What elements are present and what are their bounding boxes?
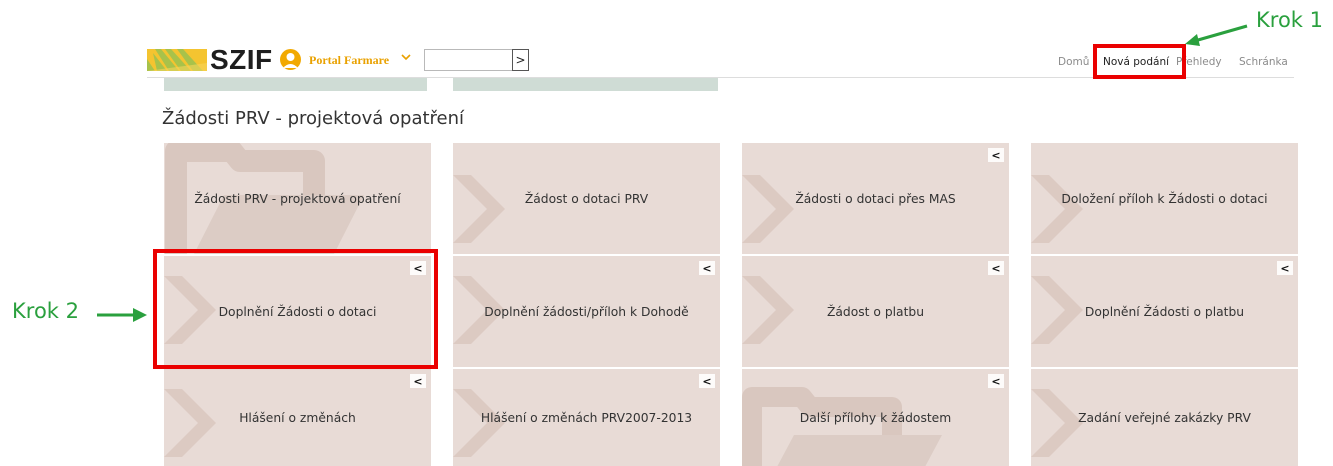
tile-label: Další přílohy k žádostem [799,410,952,425]
tile-label: Zadání veřejné zakázky PRV [1078,410,1251,425]
tile-zadost-o-platbu[interactable]: Žádost o platbu < [742,256,1009,367]
portal-farmare-label[interactable]: Portal Farmare [309,53,389,68]
collapse-button[interactable]: < [988,261,1004,275]
tile-label: Doplnění Žádosti o platbu [1084,304,1245,319]
search-input[interactable] [424,49,513,71]
tile-zadosti-o-dotaci-pres-mas[interactable]: Žádosti o dotaci přes MAS < [742,143,1009,254]
tile-label: Žádosti PRV - projektová opatření [194,191,401,206]
nav-item-schranka[interactable]: Schránka [1239,56,1288,68]
tile-label: Hlášení o změnách [239,410,356,425]
page-title: Žádosti PRV - projektová opatření [162,108,465,129]
chevron-down-icon[interactable] [400,51,412,63]
tile-doplneni-zadosti-priloh-k-dohode[interactable]: Doplnění žádosti/příloh k Dohodě < [453,256,720,367]
collapse-button[interactable]: < [699,261,715,275]
arrow-step1-icon [1185,24,1248,46]
collapse-button[interactable]: < [988,374,1004,388]
step1-annotation: Krok 1 [1256,8,1323,32]
step2-annotation: Krok 2 [12,299,79,323]
tile-zadost-o-dotaci-prv[interactable]: Žádost o dotaci PRV [453,143,720,254]
tile-label: Žádost o platbu [826,304,925,319]
user-icon[interactable] [280,49,301,70]
highlight-step2-box [153,249,438,369]
tile-hlaseni-o-zmenach[interactable]: Hlášení o změnách < [164,369,431,466]
tile-zadani-verejne-zakazky-prv[interactable]: Zadání veřejné zakázky PRV [1031,369,1298,466]
previous-tile-edge [453,78,718,91]
tile-doplneni-zadosti-o-platbu[interactable]: Doplnění Žádosti o platbu < [1031,256,1298,367]
tile-label: Hlášení o změnách PRV2007-2013 [480,410,693,425]
arrow-step2-icon [97,308,147,322]
tile-hlaseni-o-zmenach-prv2007-2013[interactable]: Hlášení o změnách PRV2007-2013 < [453,369,720,466]
szif-logo-stripes [147,49,207,71]
tile-label: Doplnění žádosti/příloh k Dohodě [484,304,689,319]
previous-tile-edge [164,78,427,91]
search-submit-button[interactable]: > [512,49,529,71]
highlight-step1-box [1093,44,1186,79]
collapse-button[interactable]: < [988,148,1004,162]
tile-dalsi-prilohy-k-zadostem[interactable]: Další přílohy k žádostem < [742,369,1009,466]
page: SZIF Portal Farmare > Domů Nová podání P… [0,0,1333,466]
tile-label: Žádost o dotaci PRV [524,191,649,206]
collapse-button[interactable]: < [699,374,715,388]
tile-zadosti-prv-projektova-opatreni[interactable]: Žádosti PRV - projektová opatření [164,143,431,254]
tile-label: Doložení příloh k Žádosti o dotaci [1061,191,1268,206]
nav-item-domu[interactable]: Domů [1058,56,1089,68]
collapse-button[interactable]: < [410,374,426,388]
tile-dolozeni-priloh-k-zadosti-o-dotaci[interactable]: Doložení příloh k Žádosti o dotaci [1031,143,1298,254]
szif-logo-text[interactable]: SZIF [210,44,273,76]
tile-label: Žádosti o dotaci přes MAS [795,191,956,206]
collapse-button[interactable]: < [1277,261,1293,275]
